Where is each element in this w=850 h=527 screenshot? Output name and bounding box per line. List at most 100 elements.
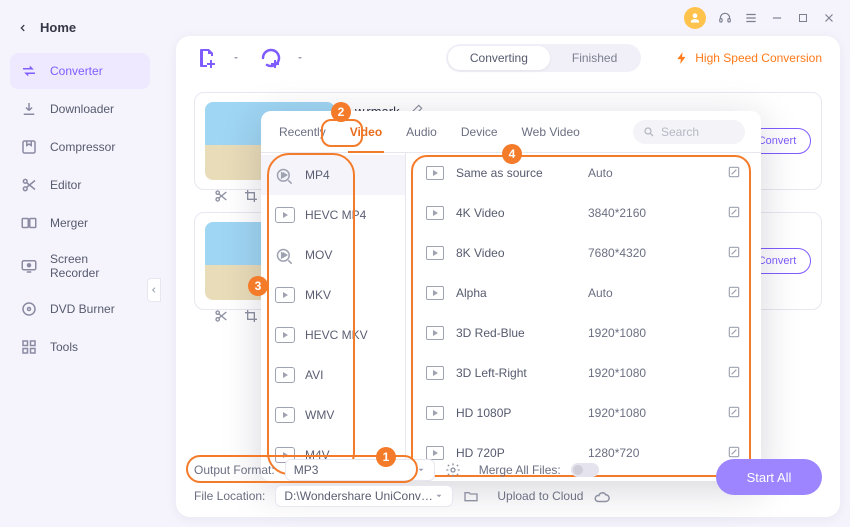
merge-icon bbox=[20, 214, 38, 232]
preset-icon bbox=[426, 246, 444, 260]
sidebar-item-label: Screen Recorder bbox=[50, 252, 140, 280]
settings-icon[interactable] bbox=[445, 462, 461, 478]
preset-list: Same as sourceAuto 4K Video3840*2160 8K … bbox=[406, 153, 761, 481]
preset-icon bbox=[426, 286, 444, 300]
preset-row[interactable]: Same as sourceAuto bbox=[406, 153, 761, 193]
tab-device[interactable]: Device bbox=[459, 111, 500, 153]
preset-icon bbox=[426, 326, 444, 340]
sidebar-item-downloader[interactable]: Downloader bbox=[10, 91, 150, 127]
edit-preset-icon[interactable] bbox=[727, 165, 741, 182]
cloud-label: Upload to Cloud bbox=[497, 489, 583, 503]
open-folder-icon[interactable] bbox=[463, 488, 479, 504]
video-format-icon bbox=[275, 207, 295, 223]
card-toolbar bbox=[213, 308, 259, 327]
file-location-select[interactable]: D:\Wondershare UniConverter 1 bbox=[275, 485, 453, 507]
sidebar-item-label: Converter bbox=[50, 64, 103, 78]
sidebar-item-merger[interactable]: Merger bbox=[10, 205, 150, 241]
preset-row[interactable]: 4K Video3840*2160 bbox=[406, 193, 761, 233]
preset-icon bbox=[426, 366, 444, 380]
trim-icon[interactable] bbox=[213, 188, 229, 207]
crop-icon[interactable] bbox=[243, 308, 259, 327]
video-format-icon bbox=[275, 287, 295, 303]
tab-audio[interactable]: Audio bbox=[404, 111, 439, 153]
add-file-button[interactable] bbox=[194, 45, 220, 71]
annotation-marker-4: 4 bbox=[502, 144, 522, 164]
play-zoom-icon bbox=[275, 247, 295, 263]
format-mov[interactable]: MOV bbox=[261, 235, 405, 275]
scissors-icon bbox=[20, 176, 38, 194]
minimize-icon[interactable] bbox=[770, 11, 784, 25]
crop-icon[interactable] bbox=[243, 188, 259, 207]
merge-label: Merge All Files: bbox=[479, 463, 561, 477]
edit-preset-icon[interactable] bbox=[727, 285, 741, 302]
menu-icon[interactable] bbox=[744, 11, 758, 25]
bolt-icon bbox=[675, 51, 689, 65]
headset-icon[interactable] bbox=[718, 11, 732, 25]
tab-video[interactable]: Video bbox=[348, 111, 384, 153]
download-icon bbox=[20, 100, 38, 118]
format-wmv[interactable]: WMV bbox=[261, 395, 405, 435]
sidebar: Home Converter Downloader Compressor Edi… bbox=[0, 0, 160, 527]
video-format-icon bbox=[275, 367, 295, 383]
sidebar-item-converter[interactable]: Converter bbox=[10, 53, 150, 89]
edit-preset-icon[interactable] bbox=[727, 325, 741, 342]
chevron-down-icon bbox=[416, 465, 426, 475]
high-speed-link[interactable]: High Speed Conversion bbox=[675, 51, 822, 65]
format-list: MP4 HEVC MP4 MOV MKV HEVC MKV AVI WMV M4… bbox=[261, 153, 406, 481]
edit-preset-icon[interactable] bbox=[727, 405, 741, 422]
merge-toggle[interactable] bbox=[571, 463, 599, 477]
format-popover: Recently Video Audio Device Web Video Se… bbox=[261, 111, 761, 481]
home-link[interactable]: Home bbox=[10, 14, 150, 53]
sidebar-item-compressor[interactable]: Compressor bbox=[10, 129, 150, 165]
compress-icon bbox=[20, 138, 38, 156]
screen-rec-icon bbox=[20, 257, 38, 275]
sidebar-item-tools[interactable]: Tools bbox=[10, 329, 150, 365]
sidebar-collapse-handle[interactable] bbox=[147, 278, 161, 302]
preset-row[interactable]: 8K Video7680*4320 bbox=[406, 233, 761, 273]
video-format-icon bbox=[275, 407, 295, 423]
card-toolbar bbox=[213, 188, 259, 207]
preset-row[interactable]: 3D Left-Right1920*1080 bbox=[406, 353, 761, 393]
user-avatar[interactable] bbox=[684, 7, 706, 29]
sidebar-item-editor[interactable]: Editor bbox=[10, 167, 150, 203]
cloud-icon[interactable] bbox=[593, 488, 609, 504]
sidebar-item-label: DVD Burner bbox=[50, 302, 115, 316]
edit-preset-icon[interactable] bbox=[727, 365, 741, 382]
maximize-icon[interactable] bbox=[796, 11, 810, 25]
start-all-button[interactable]: Start All bbox=[716, 459, 822, 495]
sidebar-item-label: Compressor bbox=[50, 140, 115, 154]
format-avi[interactable]: AVI bbox=[261, 355, 405, 395]
edit-preset-icon[interactable] bbox=[727, 245, 741, 262]
close-icon[interactable] bbox=[822, 11, 836, 25]
video-format-icon bbox=[275, 327, 295, 343]
bottom-bar: Output Format: MP3 Merge All Files: File… bbox=[194, 457, 822, 509]
edit-preset-icon[interactable] bbox=[727, 205, 741, 222]
tab-recently[interactable]: Recently bbox=[277, 111, 328, 153]
segment-finished[interactable]: Finished bbox=[550, 46, 639, 70]
format-hevc-mp4[interactable]: HEVC MP4 bbox=[261, 195, 405, 235]
format-mkv[interactable]: MKV bbox=[261, 275, 405, 315]
main-panel: Converting Finished High Speed Conversio… bbox=[176, 36, 840, 517]
search-input[interactable]: Search bbox=[633, 120, 745, 144]
chevron-left-icon bbox=[18, 21, 28, 35]
format-hevc-mkv[interactable]: HEVC MKV bbox=[261, 315, 405, 355]
add-url-button[interactable] bbox=[258, 45, 284, 71]
preset-row[interactable]: AlphaAuto bbox=[406, 273, 761, 313]
segment-converting[interactable]: Converting bbox=[448, 46, 550, 70]
output-format-select[interactable]: MP3 bbox=[285, 459, 435, 481]
format-mp4[interactable]: MP4 bbox=[261, 155, 405, 195]
tab-web-video[interactable]: Web Video bbox=[520, 111, 582, 153]
preset-row[interactable]: 3D Red-Blue1920*1080 bbox=[406, 313, 761, 353]
play-zoom-icon bbox=[275, 167, 295, 183]
sidebar-item-screen-recorder[interactable]: Screen Recorder bbox=[10, 243, 150, 289]
preset-icon bbox=[426, 406, 444, 420]
chevron-down-icon[interactable] bbox=[232, 54, 240, 62]
search-placeholder: Search bbox=[661, 125, 699, 139]
sidebar-item-dvd-burner[interactable]: DVD Burner bbox=[10, 291, 150, 327]
chevron-down-icon[interactable] bbox=[296, 54, 304, 62]
trim-icon[interactable] bbox=[213, 308, 229, 327]
preset-row[interactable]: HD 1080P1920*1080 bbox=[406, 393, 761, 433]
annotation-marker-3: 3 bbox=[248, 276, 268, 296]
file-location-label: File Location: bbox=[194, 489, 265, 503]
window-titlebar bbox=[670, 0, 850, 36]
